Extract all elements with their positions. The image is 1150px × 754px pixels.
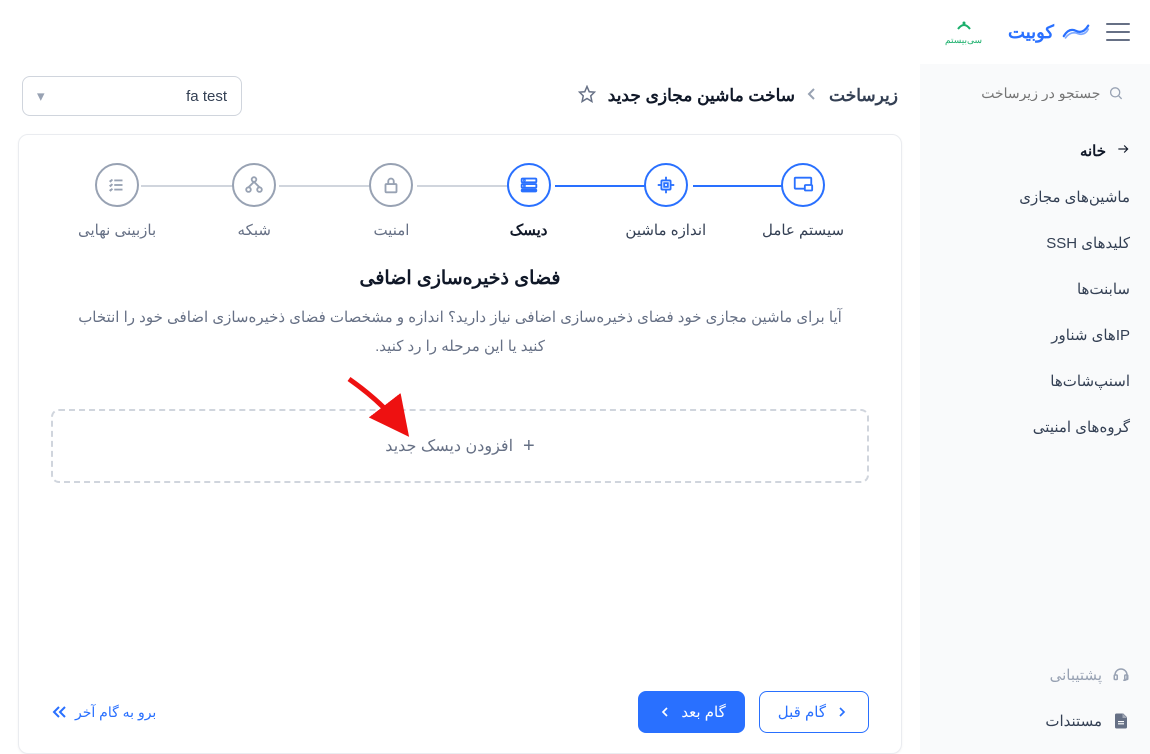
sidebar-item-label: پشتیبانی <box>1050 666 1102 684</box>
breadcrumb: زیرساخت ساخت ماشین مجازی جدید <box>608 86 898 106</box>
project-selector[interactable]: ▾ fa test <box>22 76 242 116</box>
sidebar-item-home[interactable]: خانه <box>920 128 1150 174</box>
step-label: سیستم عامل <box>762 221 844 239</box>
search-input[interactable] <box>946 85 1100 101</box>
document-icon <box>1112 712 1130 730</box>
step-connector <box>693 185 787 187</box>
sidebar-item-subnets[interactable]: سابنت‌ها <box>920 266 1150 312</box>
chevron-left-icon <box>807 86 817 106</box>
step-os[interactable]: سیستم عامل <box>743 163 863 239</box>
network-icon <box>243 174 265 196</box>
stepper: سیستم عامل اندازه ماشین دیسک امنیت شبکه <box>51 163 869 239</box>
step-label: بازبینی نهایی <box>78 221 156 239</box>
sidebar-item-label: کلیدهای SSH <box>1046 234 1130 252</box>
breadcrumb-root[interactable]: زیرساخت <box>829 86 898 106</box>
sidebar-item-snapshots[interactable]: اسنپ‌شات‌ها <box>920 358 1150 404</box>
monitor-icon <box>792 174 814 196</box>
step-connector <box>555 185 649 187</box>
arrow-right-icon <box>1116 142 1130 160</box>
double-chevron-left-icon <box>51 705 67 719</box>
next-step-label: گام بعد <box>681 703 725 721</box>
breadcrumb-current: ساخت ماشین مجازی جدید <box>608 86 795 106</box>
step-security[interactable]: امنیت <box>331 163 451 239</box>
sidebar-item-label: سابنت‌ها <box>1077 280 1130 298</box>
server-icon <box>518 174 540 196</box>
sidebar-item-label: خانه <box>1080 142 1106 160</box>
sidebar: خانه ماشین‌های مجازی کلیدهای SSH سابنت‌ه… <box>920 64 1150 754</box>
checklist-icon <box>106 174 128 196</box>
step-label: دیسک <box>510 221 548 239</box>
add-disk-button[interactable]: + افزودن دیسک جدید <box>51 409 869 483</box>
cpu-icon <box>655 174 677 196</box>
sidebar-item-label: مستندات <box>1045 712 1102 730</box>
plus-icon: + <box>523 435 535 458</box>
step-review[interactable]: بازبینی نهایی <box>57 163 177 239</box>
skip-to-last-step-link[interactable]: برو به گام آخر <box>51 704 156 721</box>
step-disk[interactable]: دیسک <box>469 163 589 239</box>
sidebar-item-docs[interactable]: مستندات <box>920 698 1150 744</box>
lock-icon <box>380 174 402 196</box>
sidebar-item-label: اسنپ‌شات‌ها <box>1050 372 1130 390</box>
step-connector <box>141 185 235 187</box>
step-network[interactable]: شبکه <box>194 163 314 239</box>
brand-wave-icon <box>1062 20 1090 45</box>
next-step-button[interactable]: گام بعد <box>638 691 744 733</box>
favorite-star-button[interactable] <box>578 85 596 108</box>
step-connector <box>279 185 373 187</box>
headset-icon <box>1112 666 1130 684</box>
sidebar-item-vms[interactable]: ماشین‌های مجازی <box>920 174 1150 220</box>
caret-down-icon: ▾ <box>37 87 45 105</box>
section-description: آیا برای ماشین مجازی خود فضای ذخیره‌سازی… <box>70 304 850 361</box>
step-label: اندازه ماشین <box>625 221 706 239</box>
brand[interactable]: کوبیت <box>1008 20 1090 45</box>
add-disk-label: افزودن دیسک جدید <box>385 436 513 456</box>
step-label: امنیت <box>373 221 409 239</box>
prev-step-label: گام قبل <box>778 703 826 721</box>
sidebar-item-label: گروه‌های امنیتی <box>1033 418 1130 436</box>
sidebar-item-floating-ips[interactable]: IPهای شناور <box>920 312 1150 358</box>
sidebar-item-label: IPهای شناور <box>1051 326 1130 344</box>
partner-logo: سی‌بیستم <box>945 19 982 46</box>
search-icon <box>1108 84 1124 102</box>
step-connector <box>417 185 511 187</box>
sidebar-item-label: ماشین‌های مجازی <box>1019 188 1130 206</box>
step-label: شبکه <box>238 221 271 239</box>
prev-step-button[interactable]: گام قبل <box>759 691 869 733</box>
sidebar-item-security-groups[interactable]: گروه‌های امنیتی <box>920 404 1150 450</box>
wizard-card: سیستم عامل اندازه ماشین دیسک امنیت شبکه <box>18 134 902 754</box>
sidebar-search[interactable] <box>936 76 1134 110</box>
project-select-value: fa test <box>186 88 227 105</box>
section-title: فضای ذخیره‌سازی اضافی <box>51 267 869 290</box>
sidebar-item-ssh[interactable]: کلیدهای SSH <box>920 220 1150 266</box>
step-size[interactable]: اندازه ماشین <box>606 163 726 239</box>
menu-toggle[interactable] <box>1106 23 1130 41</box>
skip-label: برو به گام آخر <box>75 704 156 721</box>
brand-name: کوبیت <box>1008 22 1054 43</box>
sidebar-item-support[interactable]: پشتیبانی <box>920 652 1150 698</box>
chevron-left-icon <box>657 704 673 720</box>
chevron-right-icon <box>834 704 850 720</box>
